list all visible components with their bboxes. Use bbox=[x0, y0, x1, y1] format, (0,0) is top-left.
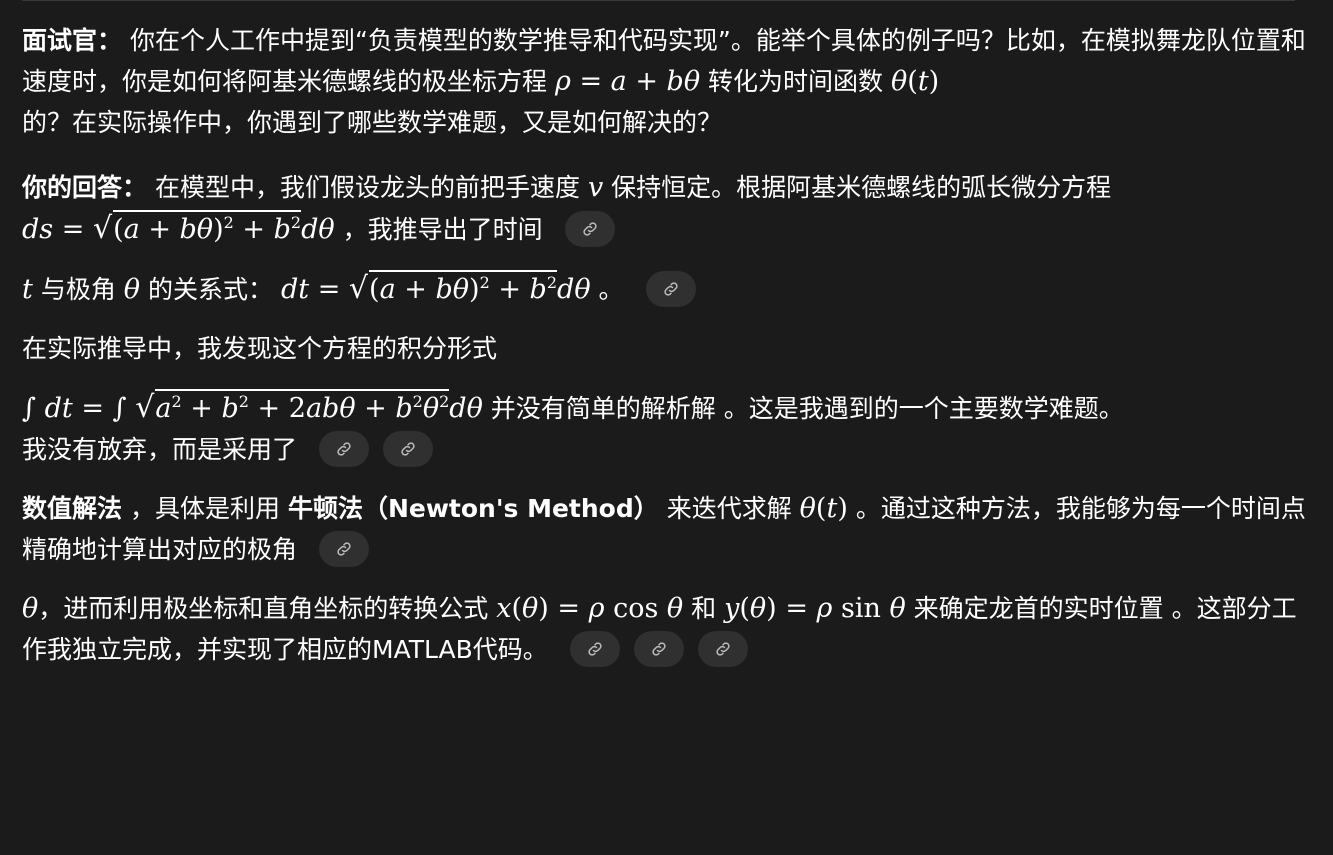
question-text-3: 的？在实际操作中，你遇到了哪些数学难题，又是如何解决的？ bbox=[22, 108, 723, 137]
citation-link-button[interactable] bbox=[382, 431, 433, 467]
formula-ds: ds = √(a + bθ)2 + b2dθ bbox=[22, 210, 335, 246]
answer-text-8: 并没有简单的解析解 bbox=[490, 394, 716, 423]
answer-paragraph-6: θ，进而利用极坐标和直角坐标的转换公式 x(θ) = ρ cos θ 和 y(θ… bbox=[22, 588, 1312, 670]
answer-text-15: 和 bbox=[691, 594, 717, 623]
formula-dt: dt = √(a + bθ)2 + b2dθ bbox=[280, 270, 591, 306]
link-icon bbox=[588, 642, 602, 656]
link-icon bbox=[401, 442, 415, 456]
answer-text-1: 在模型中，我们假设龙头的前把手速度 bbox=[154, 173, 580, 202]
chat-response: 面试官： 你在个人工作中提到“负责模型的数学推导和代码实现”。能举个具体的例子吗… bbox=[22, 20, 1312, 670]
answer-paragraph-2: t 与极角 θ 的关系式： dt = √(a + bθ)2 + b2dθ 。 bbox=[22, 268, 1312, 310]
formula-polar: ρ = a + bθ bbox=[554, 66, 701, 97]
answer-text-7: 在实际推导中，我发现这个方程的积分形式 bbox=[22, 334, 498, 363]
answer-paragraph-3: 在实际推导中，我发现这个方程的积分形式 bbox=[22, 328, 1312, 369]
formula-theta-2: θ bbox=[22, 593, 39, 624]
answer-text-9: 。这是我遇到的一个主要数学难题。 bbox=[723, 394, 1124, 423]
citation-link-button[interactable] bbox=[318, 531, 369, 567]
interviewer-label: 面试官： bbox=[22, 26, 123, 55]
formula-x: x(θ) = ρ cos θ bbox=[496, 593, 684, 624]
citation-link-button[interactable] bbox=[564, 211, 615, 247]
answer-text-4: 与极角 bbox=[40, 275, 116, 304]
answer-text-14: ，进而利用极坐标和直角坐标的转换公式 bbox=[38, 594, 489, 623]
citation-link-button[interactable] bbox=[569, 631, 620, 667]
link-icon bbox=[652, 642, 666, 656]
top-divider bbox=[22, 0, 1295, 1]
citation-link-button[interactable] bbox=[697, 631, 748, 667]
newton-method-term: 牛顿法（Newton's Method） bbox=[287, 494, 659, 523]
answer-label: 你的回答： bbox=[22, 173, 148, 202]
answer-paragraph-4: ∫ dt = ∫ √a2 + b2 + 2abθ + b2θ2dθ 并没有简单的… bbox=[22, 387, 1312, 470]
answer-text-5: 的关系式： bbox=[148, 275, 274, 304]
answer-text-10: 我没有放弃，而是采用了 bbox=[22, 435, 298, 464]
answer-text-3: ，我推导出了时间 bbox=[342, 215, 543, 244]
formula-theta-t-2: θ(t) bbox=[799, 493, 848, 524]
answer-paragraph-5: 数值解法 ，具体是利用 牛顿法（Newton's Method） 来迭代求解 θ… bbox=[22, 488, 1312, 570]
answer-text-6: 。 bbox=[598, 275, 624, 304]
link-icon bbox=[582, 222, 597, 236]
citation-link-button[interactable] bbox=[645, 271, 696, 307]
answer-text-16: 来确定龙首的实时位置 bbox=[913, 594, 1164, 623]
answer-text-12: 来迭代求解 bbox=[666, 494, 792, 523]
answer-text-2: 保持恒定。根据阿基米德螺线的弧长微分方程 bbox=[611, 173, 1112, 202]
link-icon bbox=[337, 442, 351, 456]
numeric-method-term: 数值解法 bbox=[22, 494, 123, 523]
answer-text-11: ，具体是利用 bbox=[129, 494, 280, 523]
formula-y: y(θ) = ρ sin θ bbox=[724, 593, 906, 624]
link-icon bbox=[716, 642, 730, 656]
formula-theta: θ bbox=[123, 274, 141, 305]
formula-theta-t: θ(t) bbox=[891, 66, 940, 97]
citation-link-button[interactable] bbox=[318, 431, 369, 467]
question-text-2: 转化为时间函数 bbox=[708, 67, 884, 96]
formula-t: t bbox=[22, 274, 33, 305]
interviewer-question: 面试官： 你在个人工作中提到“负责模型的数学推导和代码实现”。能举个具体的例子吗… bbox=[22, 20, 1312, 143]
answer-paragraph-1: 你的回答： 在模型中，我们假设龙头的前把手速度 v 保持恒定。根据阿基米德螺线的… bbox=[22, 167, 1312, 250]
formula-integral: ∫ dt = ∫ √a2 + b2 + 2abθ + b2θ2dθ bbox=[22, 389, 483, 425]
link-icon bbox=[663, 282, 678, 296]
citation-link-button[interactable] bbox=[633, 631, 684, 667]
formula-v: v bbox=[587, 172, 604, 203]
link-icon bbox=[337, 542, 351, 556]
